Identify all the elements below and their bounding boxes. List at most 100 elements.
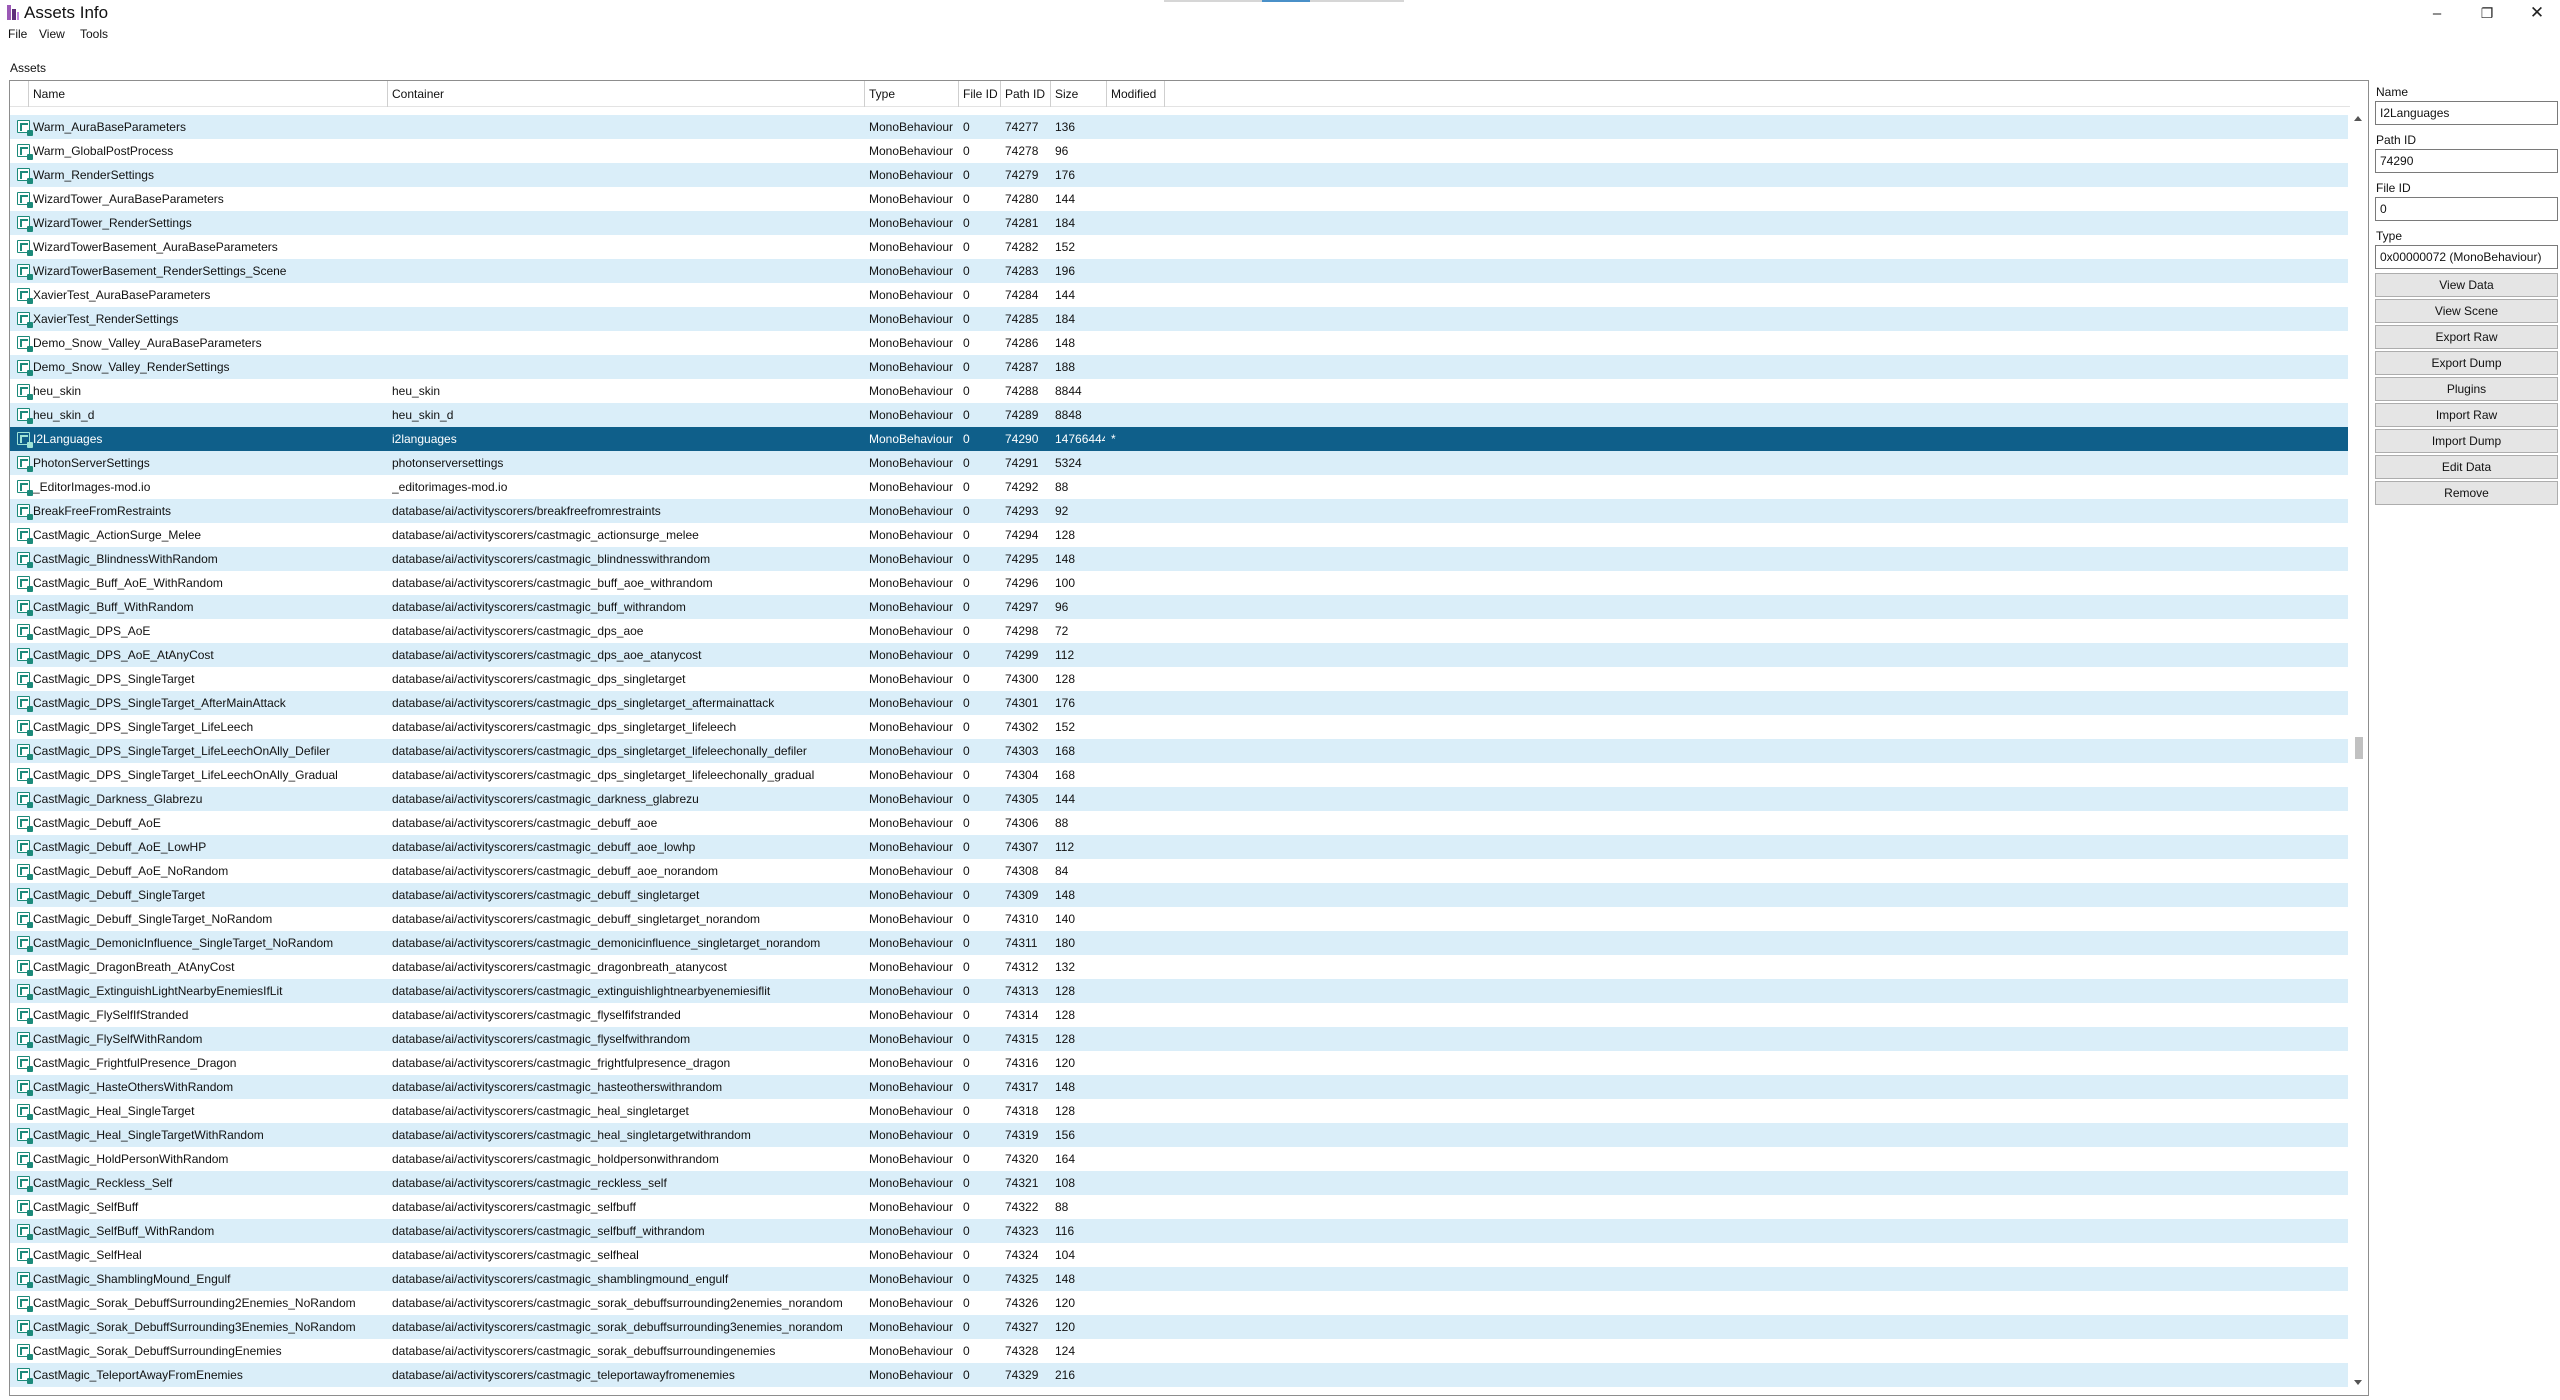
table-row[interactable]: CastMagic_Reckless_Self database/ai/activ… [10,1171,2348,1195]
table-row[interactable]: CastMagic_Debuff_SingleTarget database/ai… [10,883,2348,907]
export-raw-button[interactable]: Export Raw [2375,325,2558,349]
table-row[interactable]: PhotonServerSettings photonserversettings… [10,451,2348,475]
table-row[interactable]: Warm_AuraBaseParameters MonoBehaviour 0 742… [10,115,2348,139]
table-row[interactable]: CastMagic_DemonicInfluence_SingleTarget_… [10,931,2348,955]
name-field[interactable] [2375,101,2558,125]
menu-view[interactable]: View [39,27,65,41]
column-header-path-id[interactable]: Path ID [1001,81,1051,107]
column-header-size[interactable]: Size [1051,81,1107,107]
monobehaviour-asset-icon [17,624,33,640]
monobehaviour-asset-icon [17,792,33,808]
table-row[interactable]: CastMagic_DPS_SingleTarget_LifeLeech data… [10,715,2348,739]
column-header-file-id[interactable]: File ID [959,81,1001,107]
table-row[interactable]: heu_skin heu_skin MonoBehaviour 0 74288 8844 [10,379,2348,403]
table-row[interactable]: CastMagic_Sorak_DebuffSurroundingEnemies… [10,1339,2348,1363]
close-icon[interactable]: ✕ [2514,0,2560,26]
table-row[interactable]: Warm_RenderSettings MonoBehaviour 0 74279 17… [10,163,2348,187]
view-data-button[interactable]: View Data [2375,273,2558,297]
table-row[interactable]: CastMagic_DragonBreath_AtAnyCost database… [10,955,2348,979]
table-row[interactable]: WizardTowerBasement_RenderSettings_Scene… [10,259,2348,283]
row-container: database/ai/activityscorers/castmagic_dp… [392,768,815,782]
row-path-id: 74312 [1005,960,1039,974]
scrollbar-thumb[interactable] [2355,737,2363,759]
view-scene-button[interactable]: View Scene [2375,299,2558,323]
table-row[interactable]: CastMagic_HoldPersonWithRandom database/a… [10,1147,2348,1171]
table-row[interactable]: CastMagic_SelfHeal database/ai/activitysc… [10,1243,2348,1267]
column-header-modified[interactable]: Modified [1107,81,1165,107]
table-row[interactable]: CastMagic_Heal_SingleTargetWithRandom dat… [10,1123,2348,1147]
plugins-button[interactable]: Plugins [2375,377,2558,401]
remove-button[interactable]: Remove [2375,481,2558,505]
edit-data-button[interactable]: Edit Data [2375,455,2558,479]
assets-list[interactable]: Name Container Type File ID Path ID Size… [9,80,2369,1396]
table-row[interactable]: CastMagic_DPS_SingleTarget_LifeLeechOnAl… [10,763,2348,787]
table-row[interactable]: CastMagic_DPS_AoE database/ai/activitysco… [10,619,2348,643]
table-row[interactable]: CastMagic_Sorak_DebuffSurrounding3Enemie… [10,1315,2348,1339]
title-bar: Assets Info – ❐ ✕ [0,0,2560,26]
table-row[interactable]: heu_skin_d heu_skin_d MonoBehaviour 0 74289 8… [10,403,2348,427]
row-file-id: 0 [963,1104,970,1118]
row-size: 164 [1055,1152,1076,1166]
table-row[interactable]: Demo_Snow_Valley_AuraBaseParameters MonoB… [10,331,2348,355]
maximize-icon[interactable]: ❐ [2464,0,2510,26]
table-row[interactable]: CastMagic_Heal_SingleTarget database/ai/a… [10,1099,2348,1123]
column-header-type[interactable]: Type [865,81,959,107]
table-row[interactable]: _EditorImages-mod.io _editorimages-mod.io… [10,475,2348,499]
type-field[interactable] [2375,245,2558,269]
file-id-field[interactable] [2375,197,2558,221]
row-file-id: 0 [963,1200,970,1214]
table-row[interactable]: CastMagic_DPS_AoE_AtAnyCost database/ai/a… [10,643,2348,667]
table-row[interactable]: I2Languages i2languages MonoBehaviour 0 7429… [10,427,2348,451]
path-id-field[interactable] [2375,149,2558,173]
menu-tools[interactable]: Tools [80,27,108,41]
import-dump-button[interactable]: Import Dump [2375,429,2558,453]
table-row[interactable]: CastMagic_Buff_AoE_WithRandom database/ai… [10,571,2348,595]
vertical-scrollbar[interactable] [2350,108,2368,1395]
table-row[interactable]: CastMagic_DPS_SingleTarget_LifeLeechOnAl… [10,739,2348,763]
row-size: 104 [1055,1248,1076,1262]
import-raw-button[interactable]: Import Raw [2375,403,2558,427]
table-row[interactable]: XavierTest_AuraBaseParameters MonoBehavio… [10,283,2348,307]
table-row[interactable]: CastMagic_Debuff_AoE database/ai/activity… [10,811,2348,835]
row-container: i2languages [392,432,457,446]
table-row[interactable]: CastMagic_Debuff_AoE_NoRandom database/ai… [10,859,2348,883]
minimize-icon[interactable]: – [2414,0,2460,26]
table-row[interactable]: WizardTower_AuraBaseParameters MonoBehavi… [10,187,2348,211]
table-row[interactable]: CastMagic_ExtinguishLightNearbyEnemiesIf… [10,979,2348,1003]
table-row[interactable]: CastMagic_SelfBuff_WithRandom database/ai… [10,1219,2348,1243]
table-row[interactable]: CastMagic_SelfBuff database/ai/activitysc… [10,1195,2348,1219]
column-header-name[interactable]: Name [29,81,388,107]
row-path-id: 74328 [1005,1344,1039,1358]
table-row[interactable]: CastMagic_Debuff_SingleTarget_NoRandom da… [10,907,2348,931]
table-row[interactable]: CastMagic_Sorak_DebuffSurrounding2Enemie… [10,1291,2348,1315]
row-name: BreakFreeFromRestraints [33,504,172,518]
table-row[interactable]: CastMagic_FlySelfWithRandom database/ai/a… [10,1027,2348,1051]
row-size: 128 [1055,528,1076,542]
table-row[interactable]: CastMagic_ActionSurge_Melee database/ai/a… [10,523,2348,547]
table-row[interactable]: CastMagic_FlySelfIfStranded database/ai/a… [10,1003,2348,1027]
export-dump-button[interactable]: Export Dump [2375,351,2558,375]
row-container [392,307,862,331]
scroll-down-icon[interactable] [2354,1380,2362,1385]
scroll-up-icon[interactable] [2354,116,2362,121]
table-row[interactable]: CastMagic_BlindnessWithRandom database/ai… [10,547,2348,571]
table-row[interactable]: CastMagic_TeleportAwayFromEnemies databas… [10,1363,2348,1387]
row-container: database/ai/activityscorers/castmagic_de… [392,816,658,830]
table-row[interactable]: WizardTower_RenderSettings MonoBehaviour 0… [10,211,2348,235]
table-row[interactable]: CastMagic_DPS_SingleTarget_AfterMainAtta… [10,691,2348,715]
table-row[interactable]: CastMagic_Debuff_AoE_LowHP database/ai/ac… [10,835,2348,859]
table-row[interactable]: XavierTest_RenderSettings MonoBehaviour 0 7… [10,307,2348,331]
table-row[interactable]: CastMagic_DPS_SingleTarget database/ai/ac… [10,667,2348,691]
menu-file[interactable]: File [8,27,27,41]
table-row[interactable]: Warm_GlobalPostProcess MonoBehaviour 0 7427… [10,139,2348,163]
column-header-container[interactable]: Container [388,81,865,107]
table-row[interactable]: CastMagic_ShamblingMound_Engulf database/… [10,1267,2348,1291]
table-row[interactable]: CastMagic_HasteOthersWithRandom database/… [10,1075,2348,1099]
table-row[interactable]: WizardTowerBasement_AuraBaseParameters Mo… [10,235,2348,259]
table-row[interactable]: CastMagic_Darkness_Glabrezu database/ai/a… [10,787,2348,811]
table-row[interactable]: BreakFreeFromRestraints database/ai/activ… [10,499,2348,523]
table-row[interactable]: Demo_Snow_Valley_RenderSettings MonoBehav… [10,355,2348,379]
table-row[interactable]: CastMagic_FrightfulPresence_Dragon databa… [10,1051,2348,1075]
table-row[interactable]: CastMagic_Buff_WithRandom database/ai/act… [10,595,2348,619]
row-size: 120 [1055,1056,1076,1070]
